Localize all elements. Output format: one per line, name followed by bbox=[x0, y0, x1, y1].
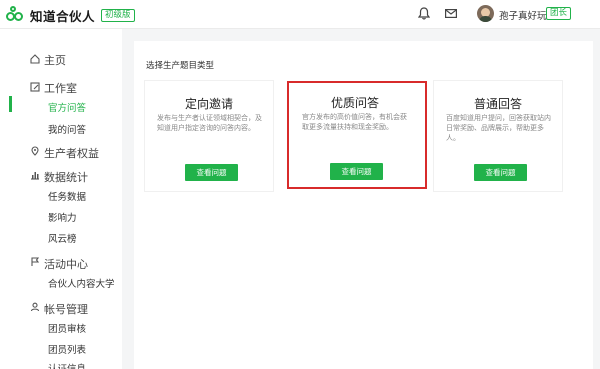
card-title: 定向邀请 bbox=[184, 97, 233, 111]
sidebar-item-member-list[interactable]: 团员列表 bbox=[48, 342, 86, 356]
sidebar-item-activity-center[interactable]: 活动中心 bbox=[44, 256, 88, 272]
flag-icon bbox=[31, 257, 40, 266]
mail-icon[interactable] bbox=[445, 9, 457, 18]
view-questions-button[interactable]: 查看问题 bbox=[185, 164, 238, 181]
card-title: 普通回答 bbox=[473, 97, 522, 111]
sidebar-item-member-review[interactable]: 团员审核 bbox=[48, 321, 86, 335]
sidebar-item-partner-university[interactable]: 合伙人内容大学 bbox=[48, 276, 115, 290]
bar-chart-icon bbox=[31, 172, 39, 180]
version-badge: 初级版 bbox=[101, 9, 135, 22]
card-description: 百度知道用户提问，回答获取站内日常奖励、品牌展示，帮助更多人。 bbox=[446, 114, 551, 142]
sidebar-item-data-stats[interactable]: 数据统计 bbox=[44, 169, 88, 185]
role-badge: 团长 bbox=[546, 7, 572, 20]
sidebar-item-official-qa[interactable]: 官方问答 bbox=[48, 100, 86, 114]
edit-icon bbox=[30, 82, 40, 92]
sidebar-item-producer-rights[interactable]: 生产者权益 bbox=[44, 145, 99, 161]
sidebar-item-certification[interactable]: 认证信息 bbox=[48, 361, 86, 369]
sidebar-item-rankings[interactable]: 风云榜 bbox=[48, 231, 77, 245]
sidebar-item-account-mgmt[interactable]: 帐号管理 bbox=[44, 301, 88, 317]
card-description: 发布与生产者认证领域相契合，及知道用户指定咨询的问答内容。 bbox=[157, 114, 262, 132]
user-icon bbox=[30, 302, 40, 312]
highlight-box bbox=[287, 81, 427, 189]
bell-icon[interactable] bbox=[418, 7, 430, 20]
card-directed-invite: 定向邀请 发布与生产者认证领域相契合，及知道用户指定咨询的问答内容。 查看问题 bbox=[144, 80, 274, 192]
logo-icon bbox=[6, 5, 26, 23]
sidebar-item-task-data[interactable]: 任务数据 bbox=[48, 189, 86, 203]
avatar[interactable] bbox=[477, 5, 494, 22]
card-normal-answer: 普通回答 百度知道用户提问，回答获取站内日常奖励、品牌展示，帮助更多人。 查看问… bbox=[433, 80, 563, 192]
top-header: 知道合伙人 初级版 孢子真好玩 团长 bbox=[0, 0, 600, 29]
home-icon bbox=[30, 54, 40, 64]
sidebar-item-studio[interactable]: 工作室 bbox=[44, 80, 77, 96]
app-logo[interactable]: 知道合伙人 初级版 bbox=[6, 5, 135, 25]
app-name: 知道合伙人 bbox=[30, 9, 96, 24]
location-icon bbox=[31, 146, 39, 156]
sidebar-item-influence[interactable]: 影响力 bbox=[48, 210, 77, 224]
sidebar-item-home[interactable]: 主页 bbox=[44, 52, 66, 68]
view-questions-button[interactable]: 查看问题 bbox=[474, 164, 527, 181]
sidebar-item-my-qa[interactable]: 我的问答 bbox=[48, 122, 86, 136]
active-indicator bbox=[9, 96, 12, 112]
section-title-text: 选择生产题目类型 bbox=[146, 61, 215, 71]
section-title: 选择生产题目类型 bbox=[146, 59, 214, 71]
user-name[interactable]: 孢子真好玩 bbox=[499, 8, 547, 22]
